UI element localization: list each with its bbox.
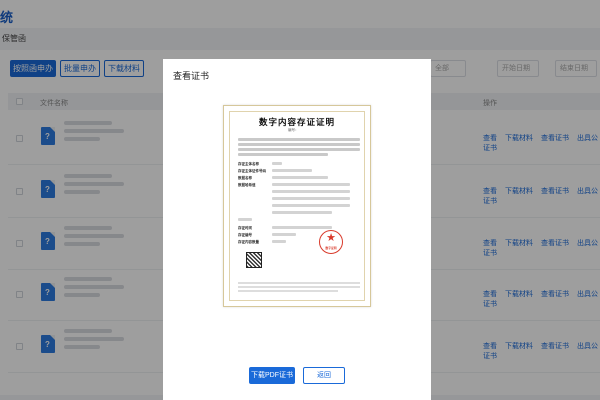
- cert-field-label: 数据名称: [238, 176, 252, 180]
- cert-field-label: 存证时间: [238, 226, 252, 230]
- qr-code: [246, 252, 262, 268]
- official-seal: ★ 数字证明: [319, 230, 343, 254]
- cert-field-label: 存证编号: [238, 233, 252, 237]
- cert-footer-line: [238, 290, 338, 292]
- cert-field-value: [272, 162, 282, 165]
- cert-field-label: 数据哈希值: [238, 183, 256, 187]
- back-button[interactable]: 返回: [303, 367, 345, 384]
- cert-field-value: [272, 211, 332, 214]
- cert-field-value: [272, 197, 350, 200]
- cert-field-value: [272, 190, 350, 193]
- seal-star-icon: ★: [326, 232, 336, 244]
- cert-paragraph-line: [238, 143, 360, 146]
- cert-field-value: [238, 218, 252, 221]
- cert-footer-line: [238, 286, 360, 288]
- modal-title: 查看证书: [173, 71, 210, 81]
- cert-field-label: 存证主体证件号码: [238, 169, 266, 173]
- cert-field-label: 存证内容数量: [238, 240, 259, 244]
- cert-field-value: [272, 183, 350, 186]
- seal-text: 数字证明: [325, 246, 337, 250]
- cert-field-value: [272, 204, 350, 207]
- certificate-preview: 数字内容存证证明 编号： 存证主体名称 存证主体证件号码 数据名称 数据哈希值 …: [223, 105, 371, 307]
- download-pdf-button[interactable]: 下载PDF证书: [249, 367, 295, 384]
- cert-footer-line: [238, 282, 360, 284]
- certificate-title: 数字内容存证证明: [258, 117, 335, 127]
- certificate-number-label: 编号：: [288, 128, 299, 132]
- cert-field-value: [272, 240, 286, 243]
- cert-paragraph-line: [238, 138, 360, 141]
- cert-field-value: [272, 233, 296, 236]
- certificate-frame: 数字内容存证证明 编号： 存证主体名称 存证主体证件号码 数据名称 数据哈希值 …: [229, 111, 365, 301]
- cert-field-label: 存证主体名称: [238, 162, 259, 166]
- cert-field-value: [272, 176, 328, 179]
- certificate-modal: 查看证书 数字内容存证证明 编号： 存证主体名称 存证主体证件号码 数据名称 数…: [163, 59, 431, 400]
- cert-paragraph-line: [238, 153, 328, 156]
- cert-field-value: [272, 226, 332, 229]
- cert-paragraph-line: [238, 148, 360, 151]
- cert-field-value: [272, 169, 312, 172]
